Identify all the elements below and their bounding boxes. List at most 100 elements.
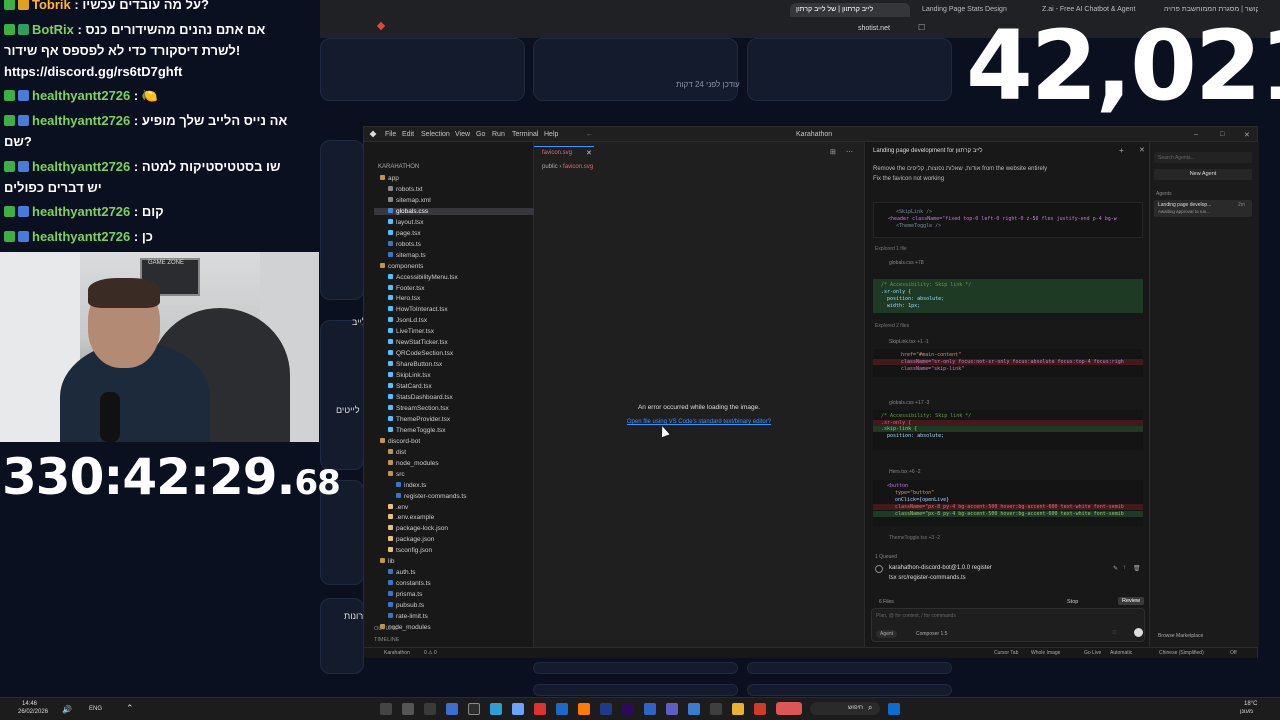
breadcrumb-file[interactable]: favicon.svg [563,164,593,170]
app-icon[interactable] [622,703,634,715]
app-icon[interactable] [754,703,766,715]
model-selector[interactable]: Composer 1.5 [916,631,947,637]
tree-folder[interactable]: discord-bot [374,437,534,445]
tree-file[interactable]: .env.example [374,514,534,521]
start-icon[interactable] [888,703,900,715]
arrow-up-icon[interactable]: ↑ [1123,565,1126,571]
tree-file[interactable]: package.json [374,536,534,543]
app-icon[interactable] [688,703,700,715]
clock-time[interactable]: 14:46 [22,701,37,707]
close-icon[interactable]: ✕ [1244,131,1250,139]
status-go-live[interactable]: Go Live [1084,650,1101,656]
queued-command[interactable]: karahathon-discord-bot@1.0.0 register [889,565,992,571]
chat-input[interactable]: Plan, @ for context, / for commands Agen… [871,608,1145,642]
timeline-section[interactable]: TIMELINE [374,637,399,643]
tree-file[interactable]: Footer.tsx [374,284,534,292]
close-chat-icon[interactable]: ✕ [1139,146,1145,154]
app-icon[interactable] [534,703,546,715]
menu-go[interactable]: Go [476,131,485,138]
app-icon[interactable] [600,703,612,715]
tree-file[interactable]: NewStatTicker.tsx [374,339,534,346]
menu-run[interactable]: Run [492,131,505,138]
chevron-up-icon[interactable]: ⌃ [126,703,134,714]
weather-text[interactable]: מעונן [1240,709,1253,715]
app-icon[interactable] [710,703,722,715]
edit-icon[interactable]: ✎ [1113,565,1118,572]
tree-file[interactable]: robots.ts [374,240,534,248]
tree-folder[interactable]: dist [374,448,534,456]
app-icon[interactable] [380,703,392,715]
app-icon[interactable] [424,703,436,715]
tree-file[interactable]: page.tsx [374,229,534,237]
stop-button[interactable]: Stop [1067,599,1078,605]
mode-selector[interactable]: Agent [876,630,898,638]
file-change[interactable]: ThemeToggle.tsx +3 -2 [889,535,940,541]
tree-file[interactable]: constants.ts [374,580,534,587]
tree-file[interactable]: register-commands.ts [374,492,534,500]
menu-file[interactable]: File [385,131,396,138]
tree-file[interactable]: StatCard.tsx [374,383,534,390]
tree-file[interactable]: layout.tsx [374,218,534,226]
tree-folder[interactable]: components [374,262,534,270]
status-problems[interactable]: 0 ⚠ 0 [424,650,437,656]
bookmark-icon[interactable]: ☐ [918,23,925,32]
tree-file[interactable]: globals.css [374,207,534,215]
tree-file[interactable]: StatsDashboard.tsx [374,394,534,401]
maximize-icon[interactable]: □ [1220,131,1224,138]
review-button[interactable]: Review [1118,597,1145,605]
extension-icon[interactable] [376,21,386,31]
language-indicator[interactable]: ENG [89,706,102,712]
tree-file[interactable]: LiveTimer.tsx [374,328,534,335]
status-off[interactable]: Off [1230,650,1237,656]
tree-file[interactable]: ThemeProvider.tsx [374,415,534,423]
status-branch[interactable]: Karahathon [384,650,410,656]
tree-file[interactable]: .env [374,503,534,511]
tree-file[interactable]: robots.txt [374,185,534,193]
tree-file[interactable]: sitemap.xml [374,196,534,204]
file-change[interactable]: globals.css +78 [889,260,924,266]
file-change[interactable]: globals.css +17 -3 [889,400,929,406]
tab-live-site[interactable]: לייב קרתוון | של לייב קרתון [790,3,910,17]
status-language[interactable]: Chinese (Simplified) [1159,650,1204,656]
tree-folder[interactable]: app [374,175,534,182]
minimize-icon[interactable]: – [1194,131,1198,138]
tree-file[interactable]: JsonLd.tsx [374,317,534,324]
tree-file[interactable]: QRCodeSection.tsx [374,350,534,357]
new-agent-button[interactable]: New Agent [1154,169,1252,180]
agent-search-input[interactable]: Search Agents... [1154,152,1252,163]
chat-link[interactable]: https://discord.gg/rs6tD7ghft [4,64,182,79]
status-whole-image[interactable]: Whole Image [1031,650,1060,656]
tree-file[interactable]: pubsub.ts [374,602,534,609]
tree-file[interactable]: tsconfig.json [374,547,534,554]
tab-close-icon[interactable]: ✕ [586,149,592,157]
tree-file[interactable]: sitemap.ts [374,251,534,259]
menu-view[interactable]: View [455,131,470,138]
tree-folder[interactable]: node_modules [374,623,534,631]
tree-file[interactable]: StreamSection.tsx [374,404,534,412]
app-icon[interactable] [446,703,458,715]
app-icon[interactable] [402,703,414,715]
tree-file[interactable]: auth.ts [374,569,534,576]
queued-command[interactable]: tsx src/register-commands.ts [889,575,966,581]
agent-list-item[interactable]: Landing page develop... 2m Awaiting appr… [1154,200,1252,217]
tree-file[interactable]: ThemeToggle.tsx [374,426,534,434]
app-icon[interactable] [512,703,524,715]
trash-icon[interactable]: 🗑 [1133,565,1141,572]
outline-section[interactable]: OUTLINE [374,626,398,632]
tree-folder[interactable]: node_modules [374,459,534,467]
tree-file[interactable]: index.ts [374,481,534,489]
browse-marketplace-link[interactable]: Browse Marketplace [1158,633,1203,639]
tree-file[interactable]: AccessibilityMenu.tsx [374,273,534,281]
tree-file[interactable]: SkipLink.tsx [374,372,534,379]
url-text[interactable]: shotist.net [858,25,890,32]
menu-edit[interactable]: Edit [402,131,414,138]
clock-date[interactable]: 26/02/2026 [18,709,48,715]
back-arrow-icon[interactable]: ← [586,131,593,138]
menu-help[interactable]: Help [544,131,558,138]
files-count[interactable]: 6 Files [879,599,894,605]
weather-temp[interactable]: 18°C [1244,701,1257,707]
tree-file[interactable]: rate-limit.ts [374,613,534,620]
more-actions-icon[interactable]: ⋯ [846,148,853,156]
app-icon[interactable] [468,703,480,715]
menu-terminal[interactable]: Terminal [512,131,538,138]
